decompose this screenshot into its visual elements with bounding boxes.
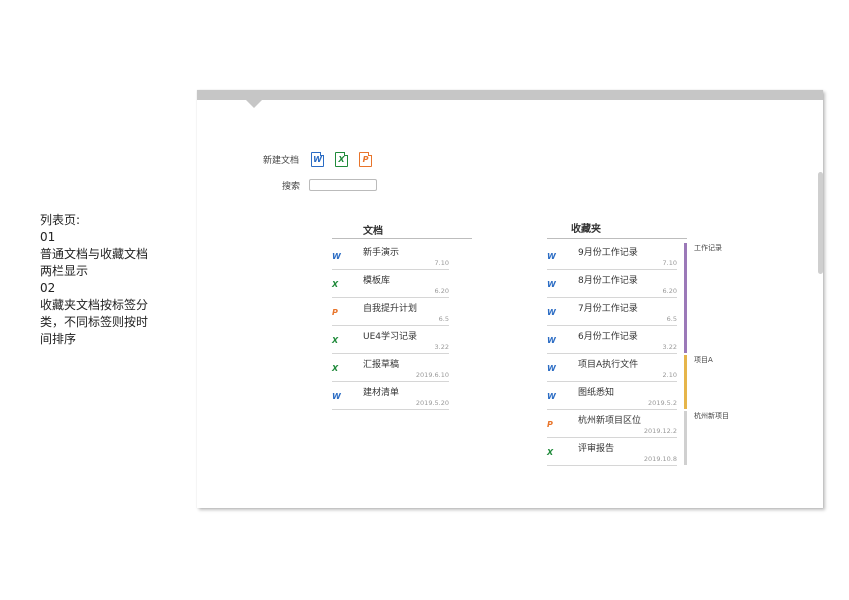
list-item[interactable]: W 图纸悉知 2019.5.2 xyxy=(547,386,677,414)
word-type-icon: W xyxy=(547,364,556,373)
item-name: 新手演示 xyxy=(363,248,400,258)
item-name: 模板库 xyxy=(363,276,391,286)
list-item[interactable]: P 杭州新项目区位 2019.12.2 xyxy=(547,414,677,442)
annotation-note: 列表页: 01 普通文档与收藏文档 两栏显示 02 收藏夹文档按标签分 类，不同… xyxy=(40,212,165,348)
item-date: 6.5 xyxy=(438,315,449,323)
row-divider xyxy=(332,381,449,382)
row-divider xyxy=(547,465,677,466)
list-item[interactable]: W 新手演示 7.10 xyxy=(332,246,449,274)
ppt-doc-icon[interactable]: P xyxy=(359,152,372,167)
note-line: 两栏显示 xyxy=(40,264,89,278)
excel-type-icon: X xyxy=(547,448,554,457)
favorites-header-divider xyxy=(547,238,687,239)
item-date: 6.20 xyxy=(662,287,677,295)
item-name: 9月份工作记录 xyxy=(578,248,638,258)
list-item[interactable]: W 建材清单 2019.5.20 xyxy=(332,386,449,414)
dropdown-pointer-icon xyxy=(246,100,262,108)
window-top-bar xyxy=(197,90,823,100)
excel-type-icon: X xyxy=(332,364,339,373)
documents-header-divider xyxy=(332,238,472,239)
row-divider xyxy=(547,325,677,326)
row-divider xyxy=(547,437,677,438)
ppt-type-icon: P xyxy=(547,420,553,429)
tag-color-bar xyxy=(684,355,687,409)
item-date: 2019.5.20 xyxy=(415,399,449,407)
excel-type-icon: X xyxy=(332,280,339,289)
word-type-icon: W xyxy=(547,280,556,289)
note-line: 01 xyxy=(40,230,56,244)
item-name: 杭州新项目区位 xyxy=(578,416,642,426)
search-input[interactable] xyxy=(309,179,377,191)
list-item[interactable]: X UE4学习记录 3.22 xyxy=(332,330,449,358)
list-item[interactable]: X 模板库 6.20 xyxy=(332,274,449,302)
vertical-scrollbar[interactable] xyxy=(818,172,823,274)
excel-type-icon: X xyxy=(332,336,339,345)
tag-label[interactable]: 工作记录 xyxy=(694,243,722,253)
word-type-icon: W xyxy=(547,252,556,261)
tag-label[interactable]: 项目A xyxy=(694,355,713,365)
item-name: 自我提升计划 xyxy=(363,304,418,314)
item-date: 2019.10.8 xyxy=(643,455,677,463)
item-name: 建材清单 xyxy=(363,388,400,398)
row-divider xyxy=(547,269,677,270)
word-type-icon: W xyxy=(332,392,341,401)
list-item[interactable]: X 评审报告 2019.10.8 xyxy=(547,442,677,470)
list-item[interactable]: W 6月份工作记录 3.22 xyxy=(547,330,677,358)
excel-doc-icon[interactable]: X xyxy=(335,152,348,167)
search-label: 搜索 xyxy=(282,182,301,192)
word-type-icon: W xyxy=(547,336,556,345)
item-name: 项目A执行文件 xyxy=(578,360,639,370)
item-date: 2019.5.2 xyxy=(648,399,677,407)
item-date: 2019.12.2 xyxy=(643,427,677,435)
word-doc-icon[interactable]: W xyxy=(311,152,324,167)
note-line: 02 xyxy=(40,281,56,295)
row-divider xyxy=(332,325,449,326)
list-item[interactable]: P 自我提升计划 6.5 xyxy=(332,302,449,330)
tag-label[interactable]: 杭州新项目 xyxy=(694,411,729,421)
item-name: 评审报告 xyxy=(578,444,615,454)
list-item[interactable]: X 汇报草稿 2019.6.10 xyxy=(332,358,449,386)
item-date: 6.5 xyxy=(666,315,677,323)
word-type-icon: W xyxy=(547,308,556,317)
item-name: 7月份工作记录 xyxy=(578,304,638,314)
item-name: UE4学习记录 xyxy=(363,332,418,342)
list-item[interactable]: W 8月份工作记录 6.20 xyxy=(547,274,677,302)
documents-title: 文档 xyxy=(363,226,383,237)
word-type-icon: W xyxy=(547,392,556,401)
tag-color-bar xyxy=(684,411,687,465)
item-date: 3.22 xyxy=(662,343,677,351)
tag-color-bar xyxy=(684,243,687,353)
row-divider xyxy=(547,297,677,298)
row-divider xyxy=(332,409,449,410)
row-divider xyxy=(332,269,449,270)
item-name: 8月份工作记录 xyxy=(578,276,638,286)
ppt-type-icon: P xyxy=(332,308,338,317)
row-divider xyxy=(547,381,677,382)
list-item[interactable]: W 9月份工作记录 7.10 xyxy=(547,246,677,274)
note-line: 类，不同标签则按时 xyxy=(40,315,149,329)
item-date: 7.10 xyxy=(434,259,449,267)
item-name: 6月份工作记录 xyxy=(578,332,638,342)
row-divider xyxy=(547,353,677,354)
item-date: 3.22 xyxy=(434,343,449,351)
new-doc-label: 新建文档 xyxy=(263,156,300,166)
list-item[interactable]: W 7月份工作记录 6.5 xyxy=(547,302,677,330)
item-date: 6.20 xyxy=(434,287,449,295)
note-line: 收藏夹文档按标签分 xyxy=(40,298,149,312)
item-date: 2.10 xyxy=(662,371,677,379)
row-divider xyxy=(332,353,449,354)
note-line: 列表页: xyxy=(40,213,81,227)
row-divider xyxy=(547,409,677,410)
item-date: 7.10 xyxy=(662,259,677,267)
note-line: 普通文档与收藏文档 xyxy=(40,247,149,261)
app-window: 新建文档 W X P 搜索 文档 收藏夹 W 新手演示 7.10 X 模板库 6.20 P 自… xyxy=(197,90,823,508)
favorites-title: 收藏夹 xyxy=(571,224,601,235)
list-item[interactable]: W 项目A执行文件 2.10 xyxy=(547,358,677,386)
item-name: 图纸悉知 xyxy=(578,388,615,398)
word-type-icon: W xyxy=(332,252,341,261)
item-name: 汇报草稿 xyxy=(363,360,400,370)
item-date: 2019.6.10 xyxy=(415,371,449,379)
row-divider xyxy=(332,297,449,298)
note-line: 间排序 xyxy=(40,332,77,346)
